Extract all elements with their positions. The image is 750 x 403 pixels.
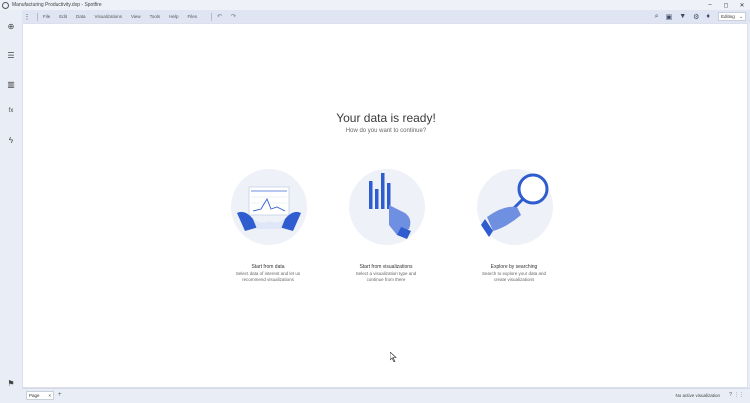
status-bar: Page × + No active visualization ? ⋮⋮ bbox=[22, 388, 750, 403]
visualization-types-icon[interactable]: ▥ bbox=[0, 80, 22, 89]
explore-by-searching-description: Search to explore your data and create v… bbox=[459, 271, 569, 283]
toolbar-divider bbox=[37, 12, 38, 21]
page-title: Your data is ready! bbox=[336, 111, 436, 125]
editing-mode-dropdown[interactable]: Editing ⌄ bbox=[718, 12, 746, 21]
editing-mode-label: Editing bbox=[721, 14, 735, 19]
window-controls: – ◻ ✕ bbox=[702, 0, 750, 10]
bookmark-icon[interactable]: ▣ bbox=[666, 13, 673, 21]
app-logo-icon bbox=[2, 1, 9, 9]
menu-visualizations[interactable]: Visualizations bbox=[95, 14, 122, 19]
toolbar-divider bbox=[210, 12, 212, 21]
notification-icon[interactable]: ♦ bbox=[706, 13, 710, 20]
menu-tools[interactable]: Tools bbox=[150, 14, 161, 19]
start-from-data-illustration bbox=[231, 169, 307, 245]
start-from-data-description: Select data of interest and let us recom… bbox=[213, 271, 323, 283]
mouse-cursor-icon bbox=[390, 352, 397, 362]
bar-chart-icon bbox=[369, 173, 411, 239]
settings-icon[interactable]: ⚙ bbox=[693, 13, 699, 21]
magnifier-icon bbox=[481, 173, 549, 237]
left-sidebar: ⊕ ☰ ▥ fx ϟ ⚑ bbox=[0, 10, 22, 403]
add-data-icon[interactable]: ⊕ bbox=[0, 22, 22, 31]
chevron-down-icon: ⌄ bbox=[739, 13, 743, 19]
minimize-button[interactable]: – bbox=[702, 0, 718, 10]
filter-icon[interactable]: ▼ bbox=[679, 13, 686, 20]
data-panel-icon[interactable]: ☰ bbox=[0, 51, 22, 60]
start-from-data-title[interactable]: Start from data bbox=[213, 264, 323, 270]
page-subtitle: How do you want to continue? bbox=[345, 128, 427, 134]
page-tab-label: Page bbox=[29, 393, 40, 398]
explore-by-searching-title[interactable]: Explore by searching bbox=[459, 264, 569, 270]
start-from-visualizations-desc-line2: continue from there bbox=[366, 277, 406, 282]
close-button[interactable]: ✕ bbox=[734, 0, 750, 10]
search-icon[interactable]: ⌕ bbox=[655, 13, 659, 21]
kebab-menu-icon[interactable]: ⋮ bbox=[22, 13, 32, 21]
close-icon[interactable]: × bbox=[48, 393, 51, 398]
grid-icon[interactable]: ⋮⋮ bbox=[734, 392, 744, 398]
connection-icon[interactable]: ⚑ bbox=[0, 379, 22, 388]
menu-file[interactable]: File bbox=[43, 14, 50, 19]
window-titlebar: Manufacturing Productivity.dxp - Spotfir… bbox=[0, 0, 750, 10]
menu-help[interactable]: Help bbox=[169, 14, 178, 19]
explore-by-searching-desc-line2: create visualizations bbox=[493, 277, 535, 282]
start-from-visualizations-description: Select a visualization type and continue… bbox=[331, 271, 441, 283]
menu-view[interactable]: View bbox=[131, 14, 141, 19]
main-canvas: Your data is ready! How do you want to c… bbox=[22, 23, 748, 388]
redo-icon[interactable]: ↷ bbox=[231, 13, 236, 20]
status-text: No active visualization bbox=[675, 393, 720, 398]
undo-icon[interactable]: ↶ bbox=[217, 13, 222, 20]
explore-by-searching-illustration bbox=[477, 169, 553, 245]
start-from-data-desc-line2: recommend visualizations bbox=[242, 277, 294, 282]
page-tab[interactable]: Page × bbox=[26, 391, 54, 400]
window-title: Manufacturing Productivity.dxp - Spotfir… bbox=[12, 2, 102, 8]
maximize-button[interactable]: ◻ bbox=[718, 0, 734, 10]
start-from-visualizations-illustration bbox=[349, 169, 425, 245]
menu-toolbar: ⋮ File Edit Data Visualizations View Too… bbox=[22, 10, 750, 23]
help-icon[interactable]: ? bbox=[729, 392, 732, 398]
toolbar-right-group: ⌕ ▣ ▼ ⚙ ♦ Editing ⌄ bbox=[648, 10, 746, 23]
menu-data[interactable]: Data bbox=[76, 14, 86, 19]
add-page-button[interactable]: + bbox=[58, 392, 62, 398]
data-table-icon bbox=[237, 186, 301, 231]
start-from-visualizations-title[interactable]: Start from visualizations bbox=[331, 264, 441, 270]
analytics-icon[interactable]: fx bbox=[0, 108, 22, 114]
recommendations-icon[interactable]: ϟ bbox=[0, 136, 22, 145]
menu-edit[interactable]: Edit bbox=[59, 14, 67, 19]
menu-files[interactable]: Files bbox=[187, 14, 197, 19]
